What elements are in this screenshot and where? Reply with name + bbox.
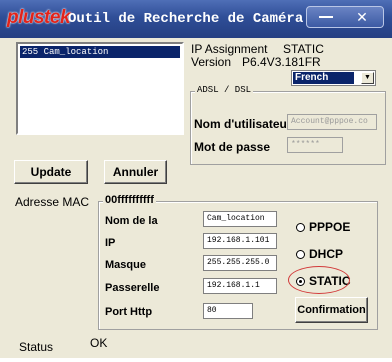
- title-bar[interactable]: plustek Outil de Recherche de Caméra ✕: [0, 0, 392, 38]
- status-label: Status: [19, 340, 54, 354]
- app-window: plustek Outil de Recherche de Caméra ✕ 2…: [0, 0, 392, 362]
- ip-assignment-label: IP Assignment: [191, 42, 268, 56]
- ip-label: IP: [105, 237, 116, 249]
- status-value: OK: [90, 336, 108, 350]
- highlight-circle: [288, 266, 350, 294]
- camera-name-label: Nom de la: [105, 215, 158, 227]
- version-value: P6.4V3.181FR: [242, 55, 321, 69]
- gateway-label: Passerelle: [105, 282, 160, 294]
- dhcp-option-label[interactable]: DHCP: [309, 247, 343, 261]
- mask-label: Masque: [105, 259, 146, 271]
- language-selected: French: [293, 72, 354, 84]
- adsl-group-label: ADSL / DSL: [195, 85, 254, 95]
- confirm-button[interactable]: Confirmation: [295, 297, 368, 323]
- mac-address-value: 00ffffffffff: [103, 194, 156, 206]
- close-icon[interactable]: ✕: [347, 7, 377, 27]
- language-select[interactable]: French ▼: [291, 70, 376, 86]
- camera-list-item[interactable]: 255 Cam_location: [20, 46, 180, 58]
- mac-address-label: Adresse MAC: [15, 195, 90, 209]
- gateway-field[interactable]: 192.168.1.1: [203, 278, 277, 294]
- camera-name-field[interactable]: Cam_location: [203, 211, 277, 227]
- username-label: Nom d'utilisateur: [194, 117, 292, 131]
- camera-list[interactable]: 255 Cam_location: [16, 42, 184, 135]
- ip-field[interactable]: 192.168.1.101: [203, 233, 277, 249]
- minimize-icon[interactable]: [319, 16, 333, 18]
- version-label: Version: [191, 55, 232, 69]
- password-label: Mot de passe: [194, 140, 271, 154]
- window-controls: ✕: [306, 6, 384, 28]
- http-port-field[interactable]: 80: [203, 303, 253, 319]
- cancel-button[interactable]: Annuler: [104, 160, 167, 184]
- radio-pppoe[interactable]: [296, 223, 305, 232]
- password-field[interactable]: ******: [287, 137, 343, 153]
- radio-dhcp[interactable]: [296, 250, 305, 259]
- username-field[interactable]: Account@pppoe.co: [287, 114, 377, 130]
- http-port-label: Port Http: [105, 306, 153, 318]
- pppoe-option-label[interactable]: PPPOE: [309, 220, 350, 234]
- bottom-edge: [0, 358, 392, 362]
- update-button[interactable]: Update: [14, 160, 88, 184]
- window-title: Outil de Recherche de Caméra: [68, 11, 304, 27]
- mask-field[interactable]: 255.255.255.0: [203, 255, 277, 271]
- plustek-logo: plustek: [7, 7, 71, 28]
- ip-assignment-value: STATIC: [283, 42, 324, 56]
- chevron-down-icon[interactable]: ▼: [361, 72, 374, 84]
